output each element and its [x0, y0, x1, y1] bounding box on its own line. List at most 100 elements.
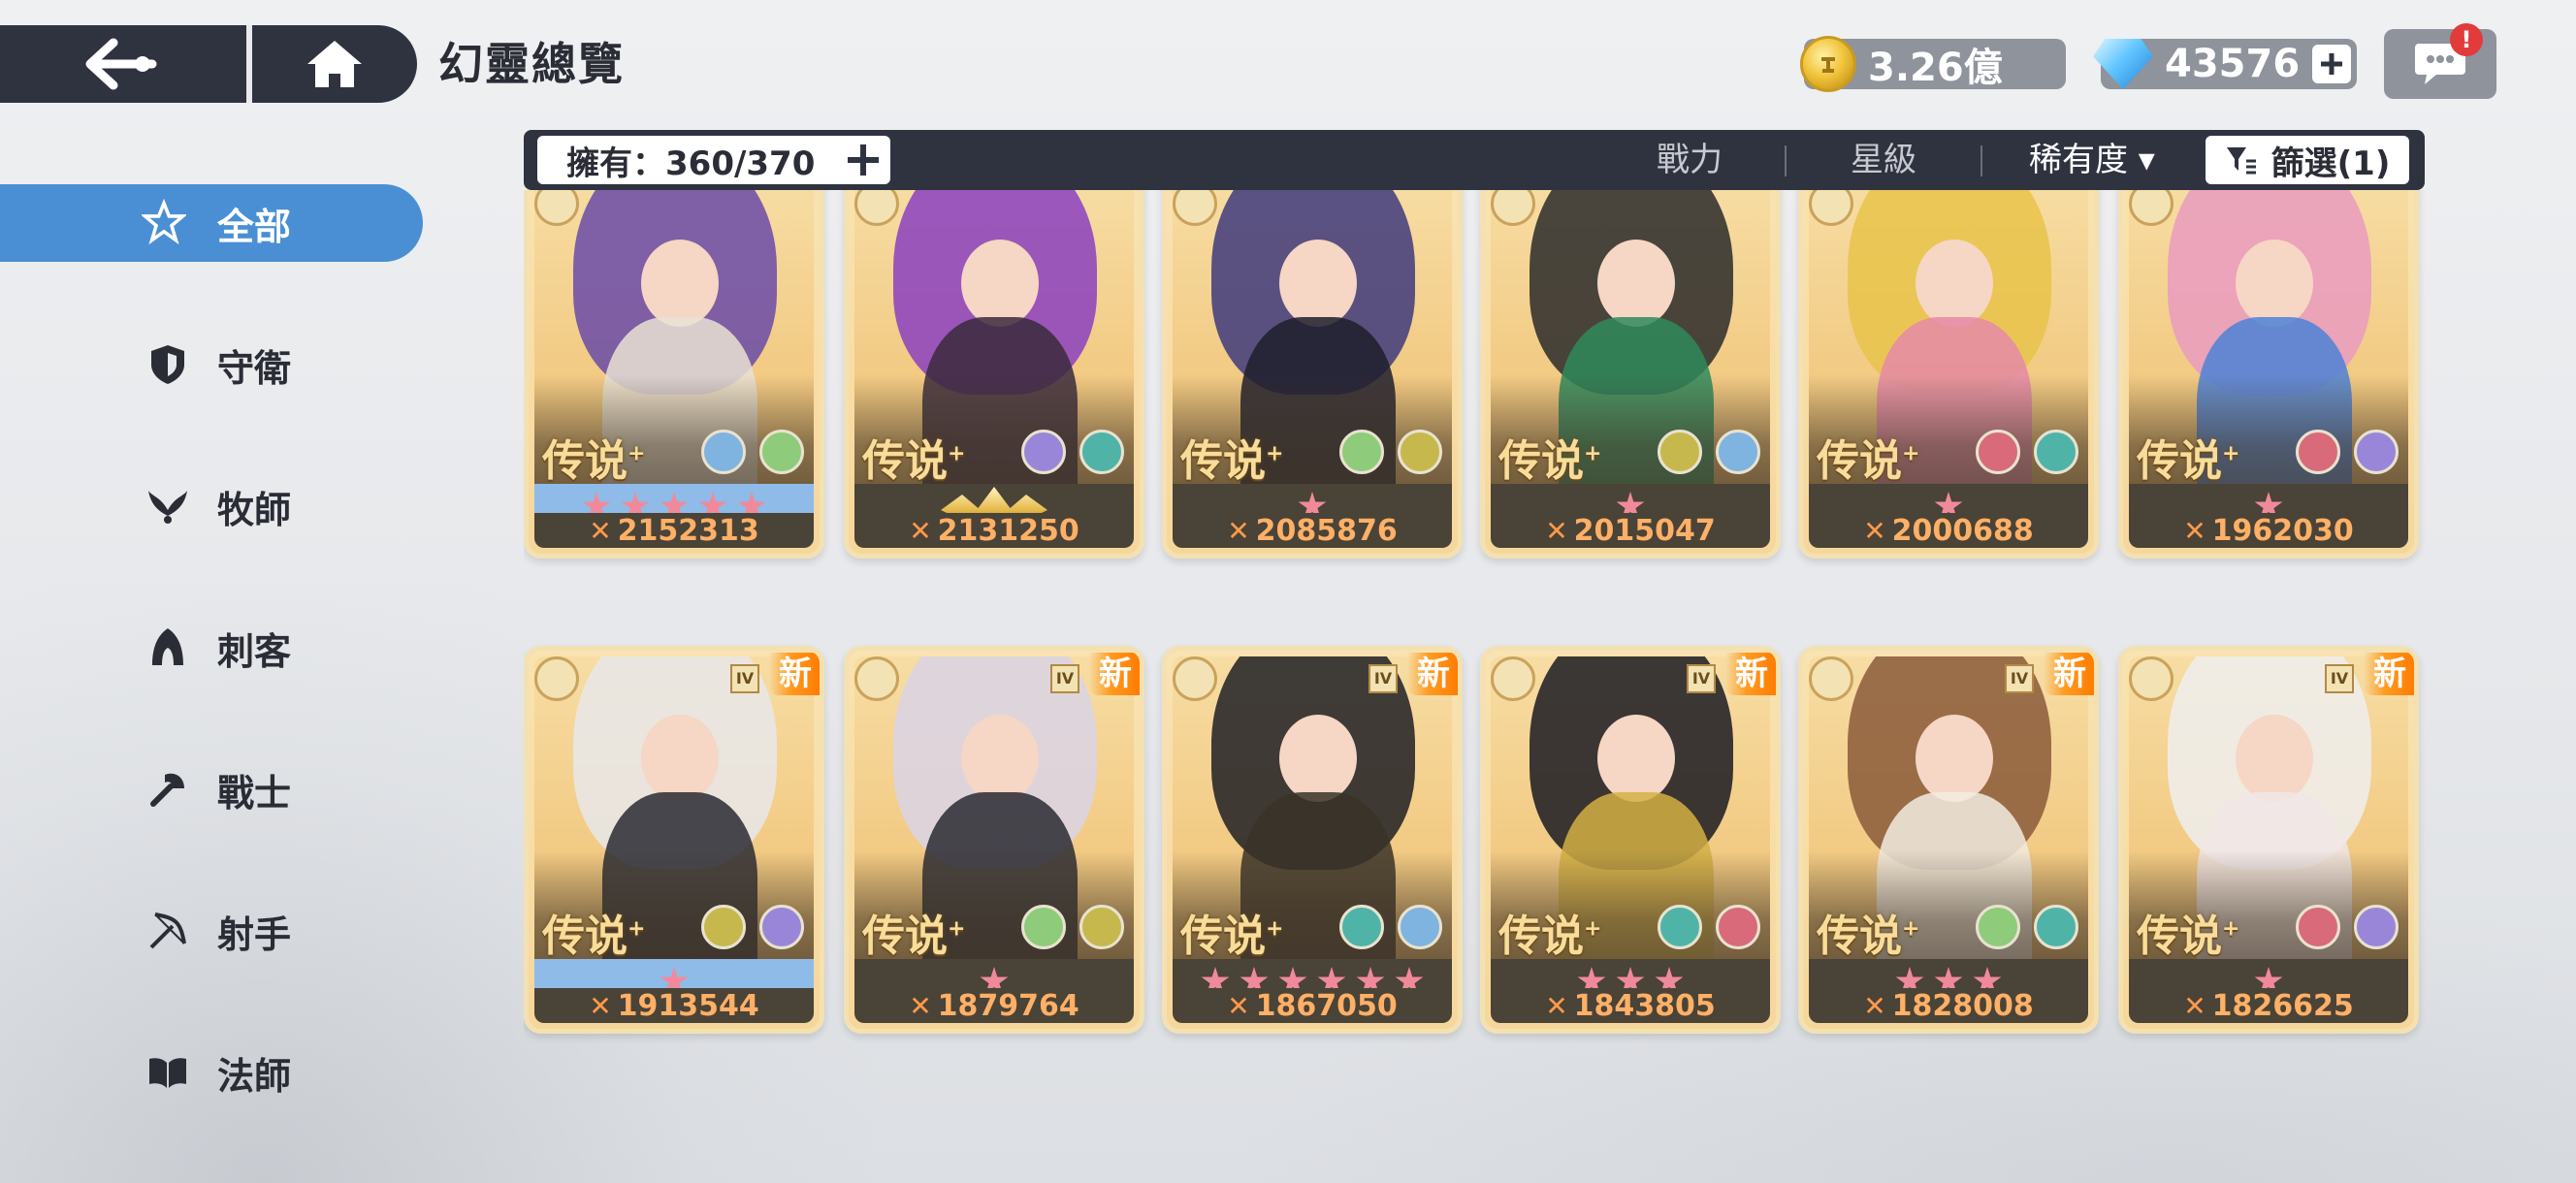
character-card[interactable]: 传说+ ✕ 1962030 [2118, 190, 2419, 559]
character-card[interactable]: 传说+ ✕ 2085876 [1162, 190, 1463, 559]
notification-badge: ! [2450, 23, 2483, 56]
combat-power-value: 1962030 [2211, 513, 2354, 548]
element-icon [2034, 905, 2078, 949]
combat-power-value: 2152313 [617, 513, 759, 548]
rarity-label: 传说+ [542, 436, 646, 486]
sidebar-item-all[interactable]: 全部 [0, 184, 423, 262]
level-badge: IV [1050, 664, 1079, 693]
sidebar-item-label: 法師 [217, 1054, 292, 1098]
level-badge: IV [730, 664, 759, 693]
sort-rarity-tab[interactable]: 稀有度 ▾ [2029, 130, 2155, 190]
sidebar-item-mage[interactable]: 法師 [0, 1034, 423, 1111]
combat-power: ✕ 1843805 [1491, 988, 1770, 1023]
portrait-face [641, 715, 719, 802]
expand-plus-icon [848, 144, 879, 176]
level-badge: IV [2325, 664, 2354, 693]
element-icon [1658, 905, 1702, 949]
portrait-face [961, 715, 1039, 802]
character-card[interactable]: 传说+ ✕ 2152313 [524, 190, 824, 559]
crossed-swords-icon: ✕ [1545, 514, 1568, 547]
element-icon [1398, 905, 1442, 949]
portrait-face [961, 240, 1039, 327]
element-icon [2354, 905, 2399, 949]
gold-amount: 3.26億 [1868, 46, 2003, 90]
element-icon [701, 905, 746, 949]
class-icon [1809, 656, 1853, 701]
chat-button[interactable]: ! [2384, 23, 2496, 99]
back-button[interactable] [0, 25, 246, 103]
character-card[interactable]: 传说+ ✕ 2015047 [1480, 190, 1781, 559]
crossed-swords-icon: ✕ [1863, 989, 1886, 1022]
element-icon [1079, 905, 1124, 949]
rarity-label: 传说+ [2137, 436, 2240, 486]
character-card[interactable]: IV 新传说+ ✕ 1867050 [1162, 646, 1463, 1034]
home-button[interactable] [252, 25, 417, 103]
element-icon [759, 905, 804, 949]
sidebar-item-label: 刺客 [217, 629, 292, 673]
element-icon [1976, 430, 2020, 474]
sidebar-item-label: 射手 [217, 912, 292, 956]
sidebar-item-label: 牧師 [217, 488, 292, 531]
owned-count-button[interactable]: 擁有：360/370 [537, 136, 890, 184]
combat-power: ✕ 2131250 [854, 513, 1134, 548]
class-icon [854, 656, 899, 701]
character-card[interactable]: IV 新传说+ ✕ 1879764 [844, 646, 1144, 1034]
character-card[interactable]: 传说+ ✕ 2000688 [1798, 190, 2099, 559]
sidebar-item-label: 戰士 [217, 771, 292, 815]
sidebar-item-priest[interactable]: 牧師 [0, 467, 423, 545]
rarity-label: 传说+ [862, 436, 966, 486]
character-card[interactable]: IV 新传说+ ✕ 1826625 [2118, 646, 2419, 1034]
element-icon [1079, 430, 1124, 474]
element-icon [2296, 430, 2340, 474]
sidebar-item-archer[interactable]: 射手 [0, 892, 423, 970]
hood-icon [145, 625, 190, 670]
combat-power: ✕ 1867050 [1173, 988, 1452, 1023]
combat-power: ✕ 1913544 [534, 988, 814, 1023]
rarity-label: 传说+ [2137, 911, 2240, 961]
crossed-swords-icon: ✕ [2183, 989, 2206, 1022]
crossed-swords-icon: ✕ [2183, 514, 2206, 547]
character-card[interactable]: IV 新传说+ ✕ 1843805 [1480, 646, 1781, 1034]
element-icon [1339, 905, 1384, 949]
plus-icon [2321, 53, 2342, 75]
sidebar-item-guard[interactable]: 守衛 [0, 326, 423, 403]
character-card[interactable]: IV 新传说+ ✕ 1828008 [1798, 646, 2099, 1034]
gem-amount: 43576 [2165, 42, 2301, 86]
sidebar-item-assassin[interactable]: 刺客 [0, 609, 423, 687]
element-icon [1716, 905, 1760, 949]
rarity-label: 传说+ [542, 911, 646, 961]
element-icon [1339, 430, 1384, 474]
gem-currency: 43576 [2093, 39, 2357, 89]
crossed-swords-icon: ✕ [1863, 514, 1886, 547]
element-icon [1976, 905, 2020, 949]
combat-power-value: 2000688 [1891, 513, 2034, 548]
sidebar-item-warrior[interactable]: 戰士 [0, 751, 423, 828]
owned-count-label: 擁有：360/370 [566, 144, 816, 183]
gold-coin-icon [1800, 36, 1856, 92]
book-icon [145, 1050, 190, 1095]
class-icon [1173, 656, 1217, 701]
character-card[interactable]: 传说+ ✕ 2131250 [844, 190, 1144, 559]
element-icon [2296, 905, 2340, 949]
sidebar-item-label: 守衛 [217, 346, 292, 390]
new-badge: 新 [1089, 653, 1140, 695]
combat-power-value: 2131250 [937, 513, 1079, 548]
sort-power-tab[interactable]: 戰力 [1657, 130, 1723, 190]
sort-star-tab[interactable]: 星級 [1851, 130, 1916, 190]
element-icon [1398, 430, 1442, 474]
rarity-label: 传说+ [862, 911, 966, 961]
sort-divider [1980, 145, 1982, 176]
filter-label: 篩選(1) [2270, 144, 2391, 183]
star-outline-icon [142, 198, 186, 245]
filter-bar: 擁有：360/370 戰力 星級 稀有度 ▾ 篩選(1) [524, 130, 2425, 190]
element-icon [2034, 430, 2078, 474]
portrait-face [1597, 240, 1675, 327]
new-badge: 新 [769, 653, 820, 695]
element-icon [1716, 430, 1760, 474]
filter-button[interactable]: 篩選(1) [2206, 136, 2409, 184]
combat-power-value: 1913544 [617, 988, 759, 1023]
sidebar-item-label: 全部 [217, 205, 292, 248]
character-card[interactable]: IV 新传说+ ✕ 1913544 [524, 646, 824, 1034]
add-gems-button[interactable] [2312, 45, 2351, 83]
wings-icon [145, 484, 190, 528]
